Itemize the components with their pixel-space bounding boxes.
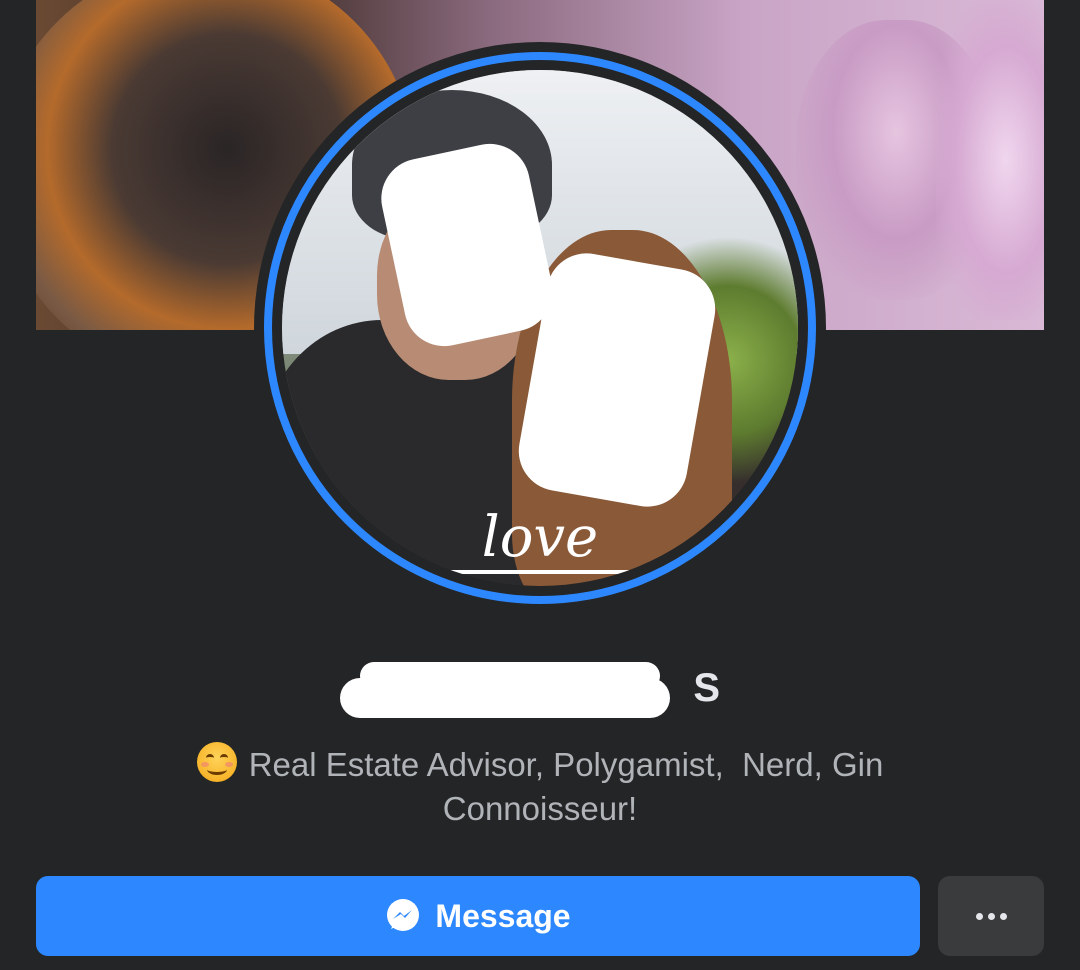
smiling-face-emoji-icon [196, 742, 237, 782]
profile-name-fragment: S [693, 666, 720, 710]
more-options-button[interactable] [938, 876, 1044, 956]
bio-text: Real Estate Advisor, Polygamist, Nerd, G… [248, 746, 884, 827]
name-redaction [360, 662, 660, 690]
profile-photo-image: love [282, 70, 798, 586]
love-frame-line [392, 570, 688, 574]
love-frame-text: love [481, 505, 599, 570]
profile-bio: Real Estate Advisor, Polygamist, Nerd, G… [140, 742, 940, 831]
profile-picture[interactable]: love [254, 42, 826, 614]
cover-photo-blossom-right [936, 0, 1044, 320]
profile-name: S [340, 660, 720, 720]
message-button[interactable]: Message [36, 876, 920, 956]
messenger-icon [387, 899, 420, 931]
more-dots-icon [975, 912, 1007, 920]
message-button-label: Message [435, 897, 571, 934]
